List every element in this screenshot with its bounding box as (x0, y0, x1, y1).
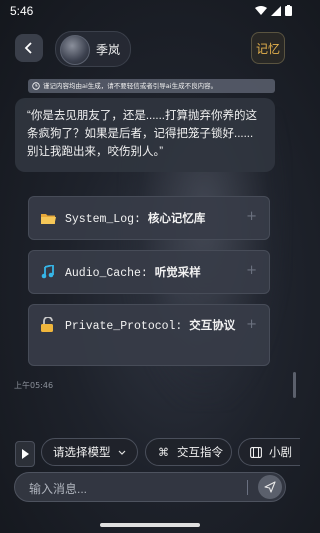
expand-icon: + (246, 317, 257, 332)
chevron-down-icon (118, 450, 125, 455)
signal-icon (271, 5, 281, 16)
play-icon (22, 449, 29, 459)
expand-icon: + (246, 263, 257, 278)
send-button[interactable] (258, 475, 282, 499)
card-label: Audio_Cache: 听觉采样 (65, 267, 201, 280)
expand-icon: + (246, 209, 257, 224)
status-icons (255, 5, 292, 16)
play-button[interactable] (15, 441, 35, 467)
status-time: 5:46 (10, 4, 34, 18)
message-input[interactable]: 输入消息... (29, 480, 87, 497)
back-button[interactable] (15, 34, 43, 62)
memory-button[interactable]: 记忆 (251, 32, 285, 64)
card-label: System_Log: 核心记忆库 (65, 213, 206, 226)
scrollbar[interactable] (293, 372, 296, 398)
mini-theater-button[interactable]: 小剧 (238, 438, 300, 466)
interact-command-button[interactable]: ⌘ 交互指令 (145, 438, 232, 466)
divider (247, 480, 248, 495)
folder-icon (41, 210, 56, 229)
mini-theater-label: 小剧 (269, 447, 292, 459)
card-label: Private_Protocol: 交互协议 (65, 320, 236, 333)
home-indicator[interactable] (100, 523, 200, 527)
battery-icon (285, 5, 292, 16)
lock-icon (41, 316, 55, 336)
command-icon: ⌘ (158, 446, 169, 459)
film-icon (250, 446, 262, 458)
model-select-label: 请选择模型 (53, 447, 111, 459)
message-input-bar[interactable]: 输入消息... (14, 472, 286, 502)
character-message-bubble: “你是去见朋友了，还是......打算抛弃你养的这条疯狗了？如果是后者，记得把笼… (15, 98, 275, 172)
chat-toolbar: 请选择模型 ⌘ 交互指令 小剧 (0, 437, 300, 467)
character-name: 季岚 (96, 43, 121, 57)
disclaimer-text: 谨记内容均由ai生成，请不要轻信或者引导ai生成不良内容。 (43, 82, 218, 90)
ai-disclaimer-banner: 谨记内容均由ai生成，请不要轻信或者引导ai生成不良内容。 (28, 79, 275, 93)
clock-icon (32, 82, 40, 90)
send-icon (264, 481, 276, 493)
message-timestamp: 上午05:46 (14, 381, 54, 390)
avatar (60, 35, 90, 65)
chat-header: 季岚 记忆 (0, 30, 300, 67)
chevron-left-icon (24, 42, 32, 54)
wifi-icon (255, 5, 267, 15)
model-select[interactable]: 请选择模型 (41, 438, 138, 466)
character-profile[interactable]: 季岚 (55, 31, 131, 67)
status-bar: 5:46 (0, 0, 300, 22)
card-system-log[interactable]: System_Log: 核心记忆库 + (28, 196, 270, 240)
music-note-icon (41, 263, 55, 283)
card-private-protocol[interactable]: Private_Protocol: 交互协议 + (28, 304, 270, 366)
interact-command-label: 交互指令 (177, 447, 223, 459)
card-audio-cache[interactable]: Audio_Cache: 听觉采样 + (28, 250, 270, 294)
